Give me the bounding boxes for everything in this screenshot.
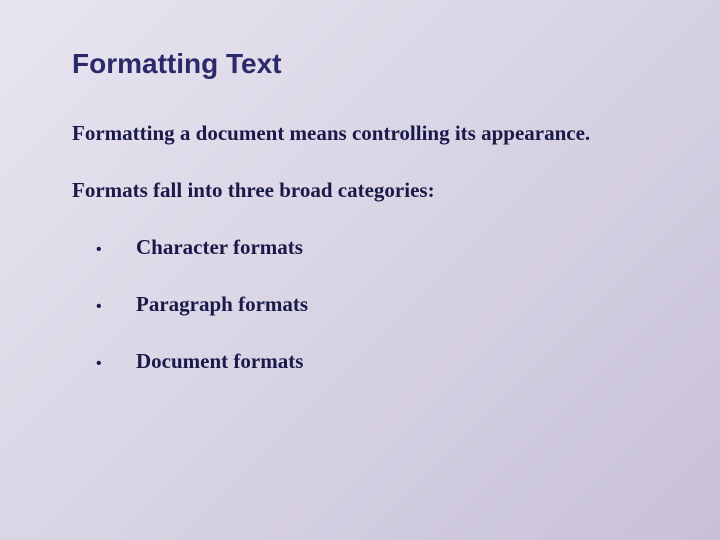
intro-paragraph: Formatting a document means controlling … [72, 120, 648, 147]
slide-content: Formatting Text Formatting a document me… [0, 0, 720, 374]
bullet-text: Character formats [136, 235, 303, 260]
list-item: • Document formats [96, 349, 648, 374]
subintro-paragraph: Formats fall into three broad categories… [72, 177, 648, 204]
bullet-icon: • [96, 298, 136, 316]
list-item: • Character formats [96, 235, 648, 260]
bullet-list: • Character formats • Paragraph formats … [72, 235, 648, 374]
bullet-icon: • [96, 355, 136, 373]
slide-title: Formatting Text [72, 48, 648, 80]
bullet-text: Document formats [136, 349, 303, 374]
bullet-icon: • [96, 241, 136, 259]
bullet-text: Paragraph formats [136, 292, 308, 317]
list-item: • Paragraph formats [96, 292, 648, 317]
